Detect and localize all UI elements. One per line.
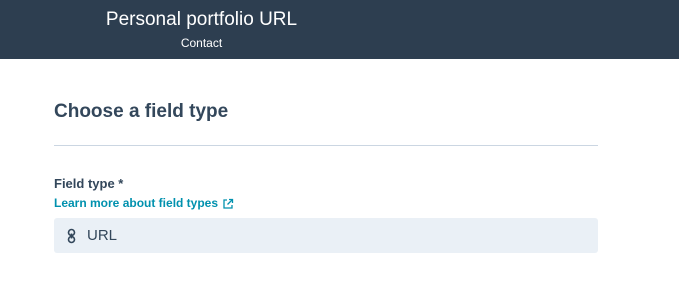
learn-more-link[interactable]: Learn more about field types (54, 196, 234, 211)
external-link-icon (222, 198, 234, 210)
header-bar: Personal portfolio URL Contact (0, 0, 679, 59)
section-divider (54, 145, 598, 146)
link-icon (66, 228, 78, 244)
field-type-value: URL (87, 226, 118, 244)
field-type-select[interactable]: URL (54, 218, 598, 253)
page-title: Personal portfolio URL (105, 9, 298, 30)
field-type-label: Field type * (54, 176, 124, 191)
section-title: Choose a field type (54, 101, 229, 122)
learn-more-link-label: Learn more about field types (54, 196, 219, 210)
object-type-label: Contact (180, 36, 223, 50)
